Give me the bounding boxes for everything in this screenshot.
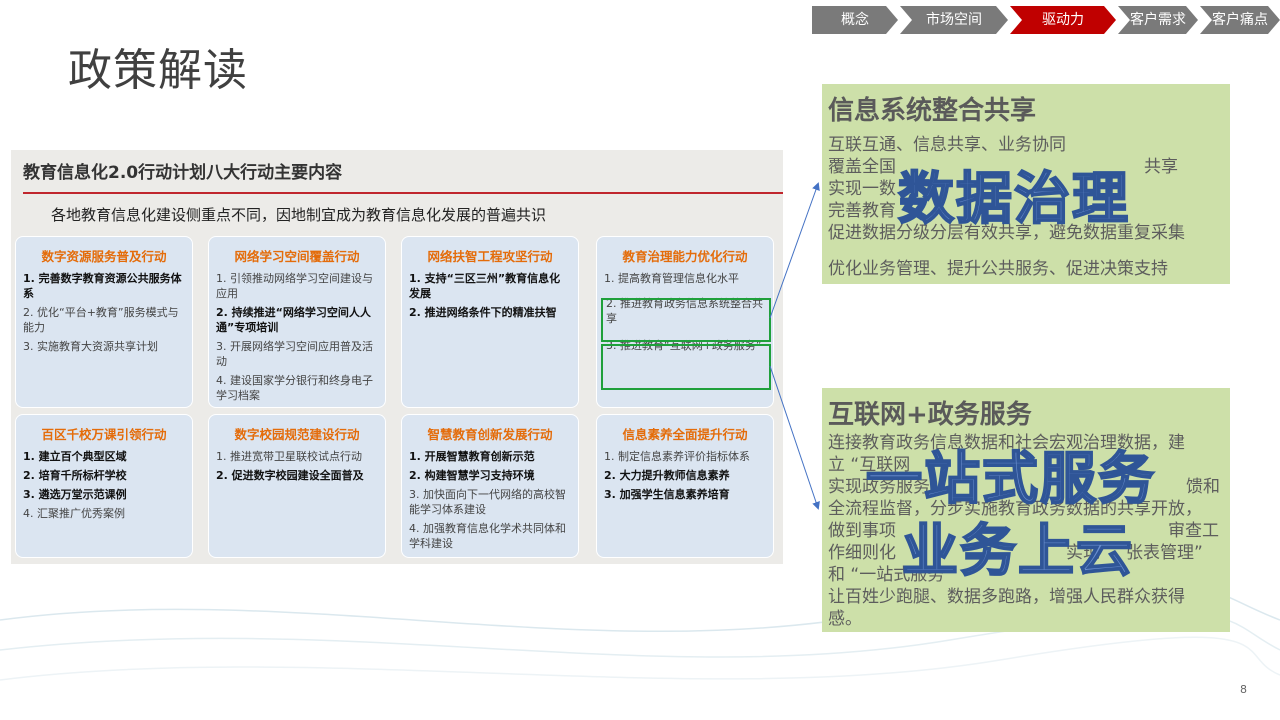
card-title: 网络扶智工程攻坚行动 <box>427 249 553 264</box>
card-item: 2. 推进网络条件下的精准扶智 <box>409 306 557 319</box>
crumb-market-space[interactable]: 市场空间 <box>900 6 1008 34</box>
card-item: 1. 引领推动网络学习空间建设与应用 <box>216 272 373 300</box>
action-plan-panel: 教育信息化2.0行动计划八大行动主要内容 各地教育信息化建设侧重点不同，因地制宜… <box>11 150 783 564</box>
card-item: 4. 加强教育信息化学术共同体和学科建设 <box>409 522 566 550</box>
card-digital-campus: 数字校园规范建设行动 1. 推进宽带卫星联校试点行动 2. 促进数字校园建设全面… <box>208 414 386 558</box>
card-item: 1. 开展智慧教育创新示范 <box>409 450 535 463</box>
card-item: 1. 制定信息素养评价指标体系 <box>604 450 750 463</box>
card-demo-schools: 百区千校万课引领行动 1. 建立百个典型区域 2. 培育千所标杆学校 3. 遴选… <box>15 414 193 558</box>
card-item: 3. 实施教育大资源共享计划 <box>23 340 158 353</box>
overlay-data-governance: 数据治理 <box>897 166 1130 233</box>
overlay-business-cloud: 业务上云 <box>901 518 1134 585</box>
card-item: 3. 开展网络学习空间应用普及活动 <box>216 340 373 368</box>
card-item: 3. 遴选万堂示范课例 <box>23 488 127 501</box>
card-item: 3. 加快面向下一代网络的高校智能学习体系建设 <box>409 488 566 516</box>
box-line: 张表管理” <box>1126 543 1203 563</box>
internet-plus-box: 互联网+政务服务 连接教育政务信息数据和社会宏观治理数据，建 立 “互联网 实现… <box>822 388 1230 632</box>
card-online-learning-space: 网络学习空间覆盖行动 1. 引领推动网络学习空间建设与应用 2. 持续推进“网络… <box>208 236 386 408</box>
card-item: 3. 加强学生信息素养培育 <box>604 488 730 501</box>
card-title: 信息素养全面提升行动 <box>622 427 748 442</box>
internet-plus-box-title: 互联网+政务服务 <box>828 400 1032 430</box>
card-item: 1. 推进宽带卫星联校试点行动 <box>216 450 362 463</box>
card-title: 网络学习空间覆盖行动 <box>234 249 360 264</box>
integration-box: 信息系统整合共享 互联互通、信息共享、业务协同 覆盖全国 共享 实现一数 完善教… <box>822 84 1230 284</box>
card-item: 2. 培育千所标杆学校 <box>23 469 127 482</box>
box-line: 优化业务管理、提升公共服务、促进决策支持 <box>828 259 1168 279</box>
crumb-driving-force[interactable]: 驱动力 <box>1010 6 1116 34</box>
card-title: 数字资源服务普及行动 <box>41 249 167 264</box>
panel-divider <box>23 192 783 194</box>
card-item: 1. 建立百个典型区域 <box>23 450 127 463</box>
highlight-box-internet-plus <box>601 344 771 390</box>
card-item: 4. 建设国家学分银行和终身电子学习档案 <box>216 374 373 402</box>
card-smart-education: 智慧教育创新发展行动 1. 开展智慧教育创新示范 2. 构建智慧学习支持环境 3… <box>401 414 579 558</box>
crumb-customer-needs[interactable]: 客户需求 <box>1118 6 1198 34</box>
card-digital-resource: 数字资源服务普及行动 1. 完善数字教育资源公共服务体系 2. 优化“平台+教育… <box>15 236 193 408</box>
card-item: 1. 支持“三区三州”教育信息化发展 <box>409 272 561 300</box>
card-item: 2. 持续推进“网络学习空间人人通”专项培训 <box>216 306 371 334</box>
panel-subtitle: 各地教育信息化建设侧重点不同，因地制宜成为教育信息化发展的普遍共识 <box>51 206 547 224</box>
card-item: 1. 提高教育管理信息化水平 <box>604 272 739 285</box>
highlight-box-integration <box>601 298 771 342</box>
card-information-literacy: 信息素养全面提升行动 1. 制定信息素养评价指标体系 2. 大力提升教师信息素养… <box>596 414 774 558</box>
card-item: 2. 大力提升教师信息素养 <box>604 469 730 482</box>
box-line: 感。 <box>828 609 862 629</box>
card-network-poverty: 网络扶智工程攻坚行动 1. 支持“三区三州”教育信息化发展 2. 推进网络条件下… <box>401 236 579 408</box>
card-title: 教育治理能力优化行动 <box>622 249 748 264</box>
crumb-concept[interactable]: 概念 <box>812 6 898 34</box>
card-title: 智慧教育创新发展行动 <box>427 427 553 442</box>
page-title: 政策解读 <box>68 45 248 96</box>
box-line: 共享 <box>1144 157 1178 177</box>
card-item: 1. 完善数字教育资源公共服务体系 <box>23 272 182 300</box>
panel-title: 教育信息化2.0行动计划八大行动主要内容 <box>23 163 343 183</box>
card-item: 2. 促进数字校园建设全面普及 <box>216 469 364 482</box>
card-item: 2. 构建智慧学习支持环境 <box>409 469 535 482</box>
integration-box-title: 信息系统整合共享 <box>828 96 1037 126</box>
card-title: 百区千校万课引领行动 <box>41 427 167 442</box>
card-item: 2. 优化“平台+教育”服务模式与能力 <box>23 306 179 334</box>
page-number: 8 <box>1240 683 1247 696</box>
card-title: 数字校园规范建设行动 <box>234 427 360 442</box>
crumb-customer-pain-points[interactable]: 客户痛点 <box>1200 6 1280 34</box>
overlay-one-stop-service: 一站式服务 <box>865 446 1156 513</box>
card-item: 4. 汇聚推广优秀案例 <box>23 507 125 520</box>
breadcrumb: 概念 市场空间 驱动力 客户需求 客户痛点 <box>812 6 1280 34</box>
